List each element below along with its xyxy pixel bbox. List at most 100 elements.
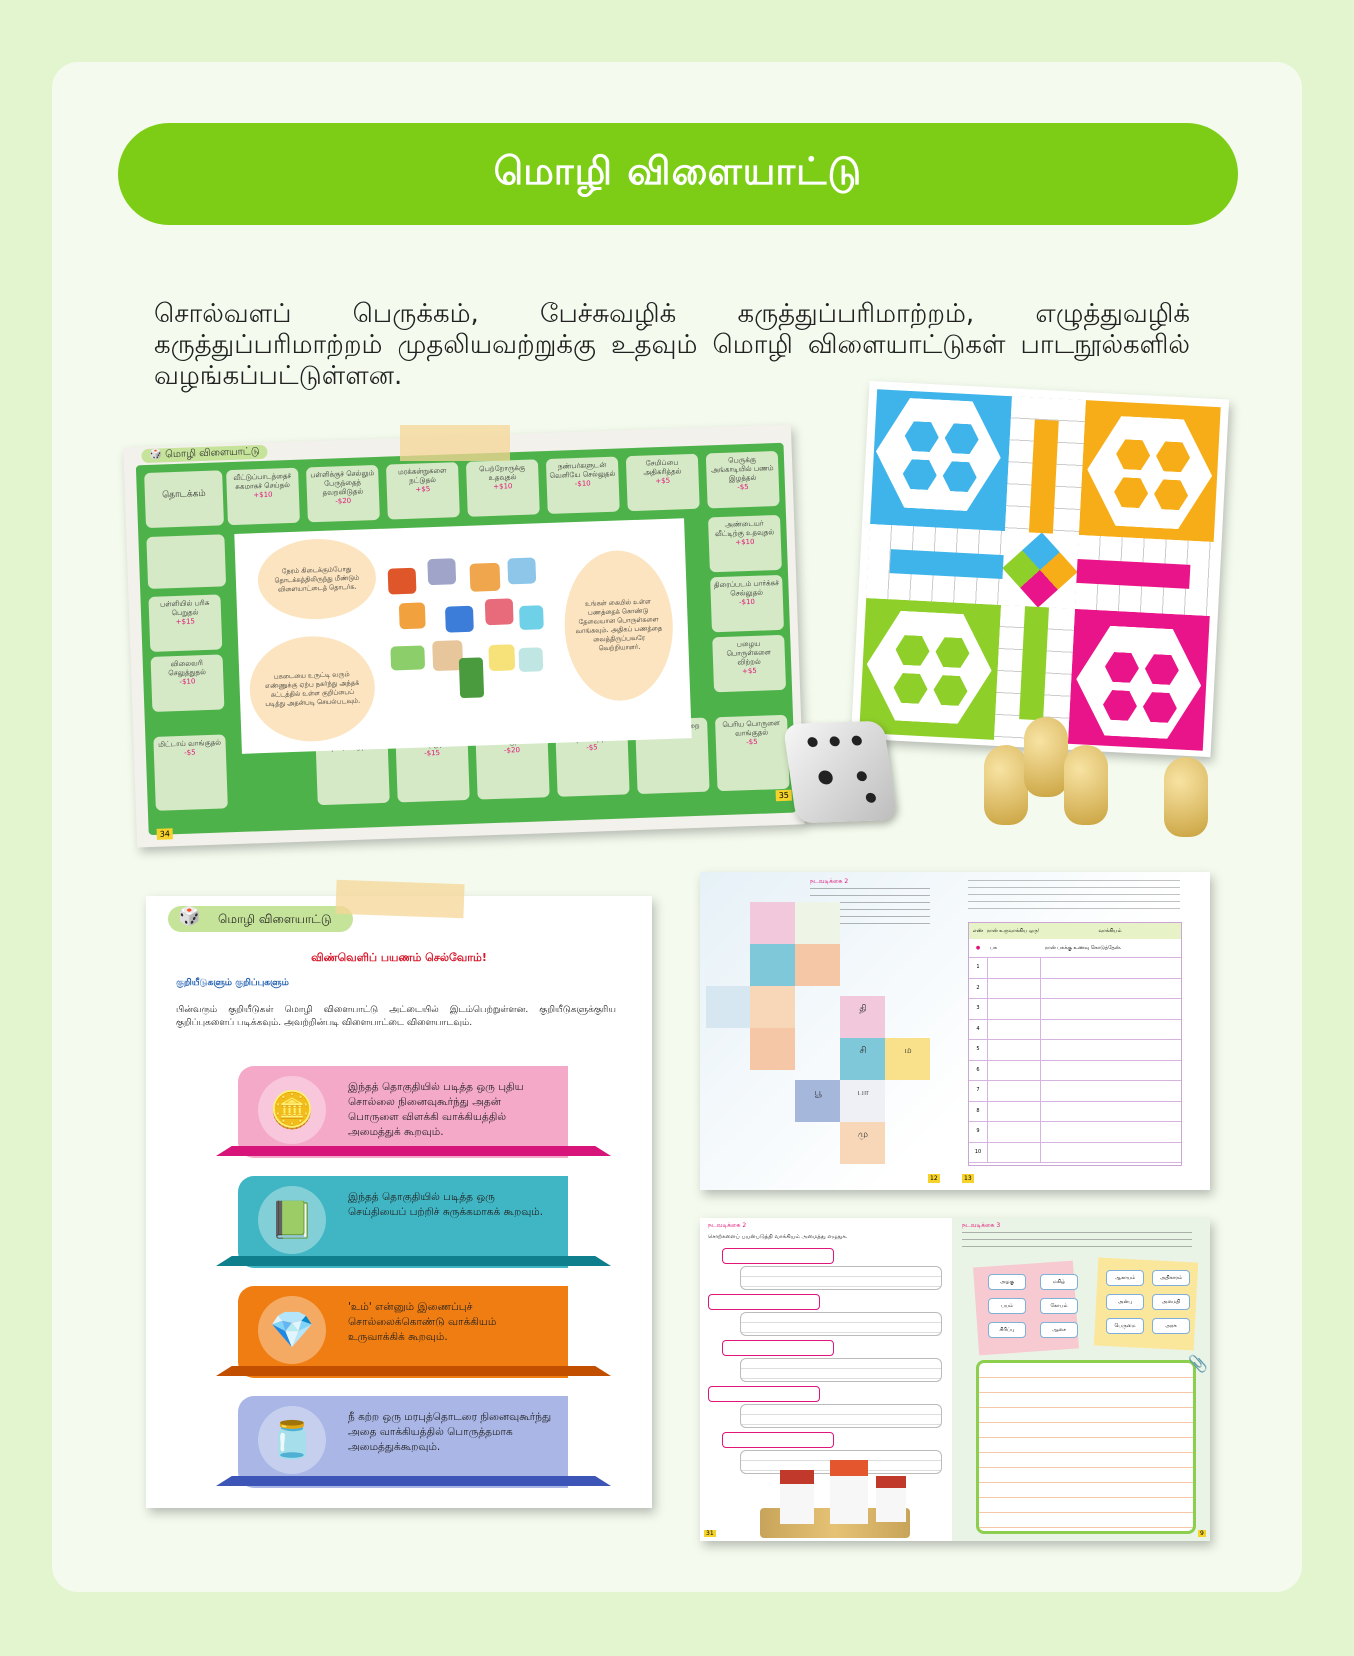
board-tile-text: வீட்டுப்பாடத்தைச் சுகமாகச் செய்தல் (233, 471, 292, 491)
worksheet1-table: எண் நான் உருவாக்கிய ஒருமொழிச் சொல் வாக்க… (968, 922, 1182, 1166)
board-tile: பெரிய பொருளை வாங்குதல் -$5 (714, 714, 790, 792)
worksheet2-page-left: 31 (704, 1530, 716, 1537)
shopping-icons-cluster (387, 553, 552, 708)
word-chip: மகிழ் (1040, 1274, 1078, 1290)
board-tile: பழைய பொருள்களை விற்றல் +$5 (712, 634, 787, 693)
table-row: 5 (969, 1040, 1181, 1061)
answer-lines[interactable] (740, 1358, 942, 1382)
row-number: 1 (969, 958, 988, 978)
word-chip: கோபம் (1040, 1298, 1078, 1314)
board-tile-amount: +$5 (655, 476, 671, 486)
board-tile-text: பழைய பொருள்களை விற்றல் (726, 639, 772, 667)
board-tile-text: நண்பர்களுடன் வெளியே செல்லுதல் (549, 460, 616, 480)
word-cell (988, 958, 1041, 978)
word-cell (988, 1019, 1041, 1039)
section-subtitle: குறியீடுகளும் குறிப்புகளும் (176, 978, 289, 988)
worksheet1-page-left: 12 (928, 1174, 940, 1183)
cube-face-letter: ம (904, 1046, 912, 1056)
word-cell (988, 1040, 1041, 1060)
cube-face-letter: சி (859, 1046, 867, 1056)
word-chip: அரசு (1152, 1318, 1190, 1334)
board-tile-amount: -$5 (184, 748, 196, 757)
ludo-board-image (850, 380, 1230, 758)
diamond-icon: 💎 (258, 1296, 326, 1364)
board-tile-amount: -$20 (503, 746, 521, 755)
textbook-header-label: மொழி விளையாட்டு (218, 912, 332, 926)
answer-lines[interactable] (740, 1404, 942, 1428)
board-tile: வீட்டுப்பாடத்தைச் சுகமாகச் செய்தல் +$10 (226, 467, 300, 526)
board-tile-amount: -$15 (423, 748, 441, 758)
row-number: 2 (969, 978, 988, 998)
table-row: 7 (969, 1081, 1181, 1102)
cube-face-letter: மு (858, 1130, 868, 1140)
symbol-card-text: இந்தத் தொகுதியில் படித்த ஒரு புதிய சொல்ல… (348, 1081, 524, 1138)
row-number: 8 (969, 1101, 988, 1121)
board-tile: மிட்டாய் வாங்குதல் -$5 (153, 734, 228, 811)
board-tile: நண்பர்களுடன் வெளியே செல்லுதல் -$10 (545, 456, 620, 515)
board-tile-amount: -$10 (179, 677, 196, 686)
board-tile-amount: +$10 (253, 490, 273, 500)
board-tile: மரக்கன்றுகளை நட்டுதல் +$5 (385, 462, 460, 520)
worksheet2-page-right: 9 (1198, 1530, 1206, 1537)
worksheet1-activity: நடவடிக்கை 2 (810, 878, 849, 885)
table-row: 1 (969, 958, 1181, 979)
page-title: மொழி விளையாட்டு (493, 149, 863, 193)
symbol-card: 💎 'உம்' என்னும் இணைப்புச் சொல்லைக்கொண்டு … (216, 1286, 611, 1378)
board-tile: பெற்றோருக்கு உதவுதல் +$10 (465, 459, 540, 517)
worksheet2-instructions (962, 1232, 1192, 1252)
board-tile-text: மிட்டாய் வாங்குதல் (157, 738, 222, 749)
board-tile-text: பெரிய பொருளை வாங்குதல் (722, 719, 781, 738)
table-rows: 1 2 3 4 5 6 7 8 9 10 (969, 958, 1181, 1163)
worksheet1-page-right: 13 (962, 1174, 974, 1183)
board-tile-amount: -$20 (335, 496, 352, 506)
table-row: 8 (969, 1101, 1181, 1122)
writing-box (976, 1360, 1196, 1534)
board-tile-text: பள்ளிக்குச் செல்லும் பேருந்தைத் தவறவிடுத… (310, 469, 375, 497)
table-header-number: எண் (972, 928, 984, 934)
example-sentence: நான் பசுக்கு உணவு கொடுத்தேன். (1045, 945, 1122, 951)
cube-face-letter: பா (857, 1088, 869, 1098)
board-tile: பெருக்கு அங்காடியில் பணம் இழத்தல் -$5 (705, 450, 780, 509)
board-header-label: மொழி விளையாட்டு (164, 446, 260, 461)
symbol-card-ribbon (216, 1476, 611, 1486)
word-chip: அதிகாரம் (1152, 1270, 1190, 1286)
symbol-card-text: 'உம்' என்னும் இணைப்புச் சொல்லைக்கொண்டு வ… (348, 1301, 497, 1343)
board-tile: விலைவரி செலுத்துதல் -$10 (150, 654, 225, 712)
speech-bubble (722, 1432, 834, 1448)
board-tile: திரைப்படம் பார்க்கச் செல்லுதல் -$10 (710, 574, 784, 633)
textbook-body: பின்வரும் குறியீடுகள் மொழி விளையாட்டு அட… (176, 1005, 616, 1028)
speech-bubble (708, 1386, 820, 1402)
dice-icon: 🎲 (178, 906, 201, 927)
answer-lines[interactable] (740, 1312, 942, 1336)
title-banner: மொழி விளையாட்டு (118, 123, 1238, 225)
word-chip: அமைதி (1152, 1294, 1190, 1310)
board-tile-amount: -$10 (738, 597, 756, 607)
textbook-header: 🎲 மொழி விளையாட்டு (168, 906, 353, 932)
symbol-card-text: இந்தத் தொகுதியில் படித்த ஒரு செய்தியைப் … (348, 1191, 544, 1218)
word-cell (988, 1142, 1041, 1162)
word-chip: அழகு (988, 1274, 1026, 1290)
row-number: 9 (969, 1122, 988, 1142)
answer-lines[interactable] (740, 1266, 942, 1290)
worksheet-image-1: நடவடிக்கை 2 தி சி ம பூ பா மு 12 13 எண் நான் உ… (700, 872, 1210, 1190)
board-tile-text: சேமிப்பை அதிகரித்தல் (643, 458, 682, 477)
word-chip: பயம் (988, 1298, 1026, 1314)
word-chip: சிரிப்பு (988, 1322, 1026, 1338)
worksheet2-activity-left: நடவடிக்கை 2 (708, 1222, 747, 1229)
table-row: 3 (969, 999, 1181, 1020)
symbol-card: 🪙 இந்தத் தொகுதியில் படித்த ஒரு புதிய சொல்… (216, 1066, 611, 1158)
dice-icon: 🎲 (149, 449, 163, 461)
board-tile-amount: +$10 (493, 482, 513, 491)
word-cell (988, 1122, 1041, 1142)
board-tile (146, 534, 227, 589)
board-tile-amount (318, 751, 386, 753)
game-title: விண்வெளிப் பயணம் செல்வோம்! (311, 951, 487, 964)
worksheet2-activity-right: நடவடிக்கை 3 (962, 1222, 1001, 1229)
word-chip: அன்பு (1106, 1294, 1144, 1310)
tape-strip (400, 425, 510, 461)
cube-face-letter: பூ (814, 1088, 822, 1098)
table-header-sentence: வாக்கியம் (1098, 928, 1122, 934)
symbol-card-ribbon (216, 1146, 611, 1156)
textbook-page-image: 🎲 மொழி விளையாட்டு விண்வெளிப் பயணம் செல்வ… (146, 896, 652, 1508)
row-number: 5 (969, 1040, 988, 1060)
